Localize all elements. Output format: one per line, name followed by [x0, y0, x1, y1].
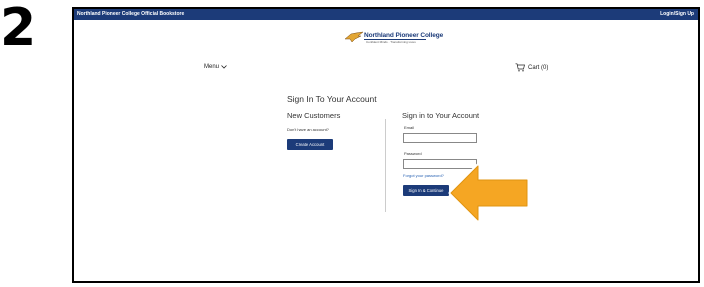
create-account-button[interactable]: Create Account — [287, 139, 333, 150]
cart-label: Cart (0) — [528, 64, 549, 71]
arrow-left-icon — [448, 163, 530, 223]
menu-label: Menu — [204, 64, 220, 70]
chevron-down-icon — [221, 65, 227, 69]
email-label: Email — [404, 125, 415, 130]
top-bar: Northland Pioneer College Official Books… — [74, 9, 698, 20]
college-logo[interactable]: Northland Pioneer College Confident Mind… — [344, 31, 443, 51]
no-account-prompt: Don't have an account? — [287, 127, 329, 132]
page-title: Sign In To Your Account — [287, 94, 377, 104]
password-label: Password — [404, 151, 422, 156]
sign-in-continue-button[interactable]: Sign In & Continue — [403, 185, 449, 196]
cart-button[interactable]: Cart (0) — [515, 63, 548, 72]
eagle-icon — [344, 31, 364, 43]
logo-brand: Northland Pioneer College — [364, 32, 444, 39]
login-signup-link[interactable]: Login/Sign Up — [660, 9, 694, 20]
site-name[interactable]: Northland Pioneer College Official Books… — [77, 9, 184, 20]
logo-tagline: Confident Minds · Transforming Lives — [366, 40, 416, 44]
sign-in-form-title: Sign in to Your Account — [402, 111, 480, 120]
email-field[interactable] — [403, 133, 477, 143]
column-divider — [385, 119, 386, 212]
screenshot-frame: Northland Pioneer College Official Books… — [72, 7, 700, 283]
cart-icon — [515, 63, 525, 72]
step-number: 2 — [0, 0, 36, 58]
new-customers-title: New Customers — [287, 111, 341, 120]
menu-button[interactable]: Menu — [204, 64, 227, 70]
forgot-password-link[interactable]: Forgot your password? — [403, 173, 444, 178]
